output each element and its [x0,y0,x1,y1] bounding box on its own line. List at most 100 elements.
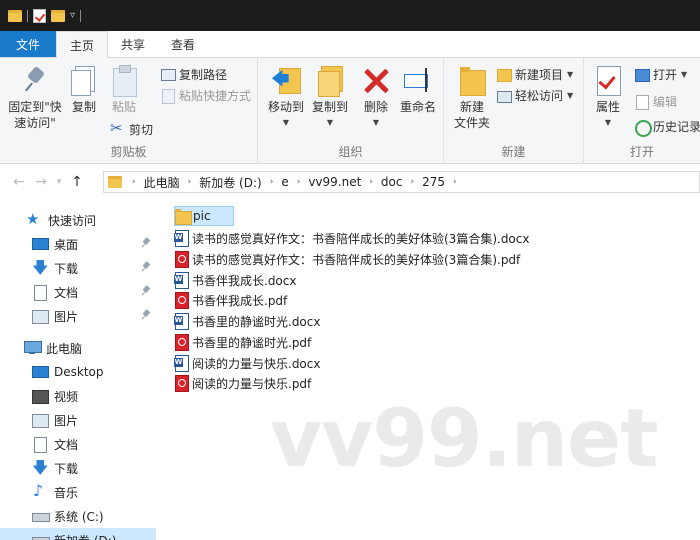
list-item[interactable]: 阅读的力量与快乐.pdf [174,373,315,393]
new-folder-icon[interactable] [51,9,65,22]
rename-icon [403,64,433,96]
properties-check-icon[interactable] [33,8,46,23]
back-arrow-icon[interactable]: ← [8,174,30,190]
forward-arrow-icon[interactable]: → [30,174,52,190]
nav-item-pictures-pinned[interactable]: 图片 [0,304,156,328]
rename-label: 重命名 [399,100,436,114]
chevron-right-icon[interactable]: › [365,177,377,187]
nav-item-videos[interactable]: 视频 [0,384,156,408]
nav-item-quick-access[interactable]: 快速访问 [0,208,156,232]
documents-icon [32,285,48,301]
nav-item-documents[interactable]: 文档 [0,432,156,456]
chevron-down-icon: ▼ [567,90,574,100]
copy-to-button[interactable]: 复制到 ▼ [308,64,352,131]
chevron-right-icon[interactable]: › [293,177,305,187]
word-document-icon [174,313,189,330]
list-item[interactable]: 书香里的静谧时光.pdf [174,332,315,352]
breadcrumb-item[interactable]: doc [377,175,407,189]
copy-path-button[interactable]: 复制路径 [160,64,227,84]
paste-button[interactable]: 粘贴 [106,64,142,115]
list-item[interactable]: 书香里的静谧时光.docx [174,311,324,331]
list-item[interactable]: 书香伴我成长.pdf [174,290,291,310]
new-item-button[interactable]: 新建项目 ▼ [496,64,573,84]
pin-icon[interactable] [142,238,150,248]
list-item[interactable]: 读书的感觉真好作文：书香陪伴成长的美好体验(3篇合集).pdf [174,249,524,269]
cut-button[interactable]: 剪切 [110,119,153,139]
delete-icon [361,64,391,96]
list-item[interactable]: pic [174,206,234,226]
copy-button[interactable]: 复制 [66,64,102,115]
paste-shortcut-icon [160,88,175,104]
chevron-right-icon[interactable]: › [406,177,418,187]
breadcrumb-item[interactable]: e [277,175,292,189]
word-document-icon [174,230,189,247]
properties-button[interactable]: 属性 ▼ [590,64,626,131]
customize-dropdown-icon[interactable]: ▿ [70,10,75,21]
tab-view[interactable]: 查看 [158,31,208,57]
music-icon [32,481,48,500]
history-button[interactable]: 历史记录 [634,116,700,137]
folder-icon[interactable] [8,9,22,22]
nav-item-label: 音乐 [54,485,79,500]
nav-item-pictures[interactable]: 图片 [0,408,156,432]
nav-item-downloads-pinned[interactable]: 下载 [0,256,156,284]
paste-shortcut-label: 粘贴快捷方式 [179,88,252,103]
nav-item-label: 新加卷 (D:) [54,532,116,540]
tab-file[interactable]: 文件 [0,31,57,57]
address-bar[interactable]: › 此电脑 › 新加卷 (D:) › e › vv99.net › doc › … [103,171,700,193]
watermark: vv99.net [270,392,658,485]
chevron-right-icon[interactable]: › [449,177,461,187]
separator [80,9,82,22]
star-icon [26,210,42,228]
nav-item-this-pc[interactable]: 此电脑 [0,336,156,360]
breadcrumb-item[interactable]: 275 [418,175,449,189]
title-bar: ▿ [0,0,700,31]
breadcrumb-item[interactable]: 此电脑 [140,174,184,191]
chevron-right-icon[interactable]: › [266,177,278,187]
edit-button[interactable]: 编辑 [634,91,677,111]
nav-item-music[interactable]: 音乐 [0,480,156,504]
pin-icon[interactable] [142,286,150,296]
copy-path-icon [160,67,176,82]
breadcrumb-item[interactable]: vv99.net [304,175,365,189]
tab-share[interactable]: 共享 [108,31,158,57]
easy-access-button[interactable]: 轻松访问 ▼ [496,85,573,105]
pin-to-quick-access-button[interactable]: 固定到"快 速访问" [6,64,64,131]
pin-icon[interactable] [142,262,150,272]
nav-item-label: 下载 [54,461,79,476]
paste-label: 粘贴 [111,100,136,114]
recent-chevron-down-icon[interactable]: ▾ [52,177,66,187]
up-arrow-icon[interactable]: ↑ [66,174,88,190]
nav-item-label: 图片 [54,309,79,324]
breadcrumb-item[interactable]: 新加卷 (D:) [195,174,265,191]
list-item[interactable]: 读书的感觉真好作文：书香陪伴成长的美好体验(3篇合集).docx [174,228,533,248]
list-item[interactable]: 阅读的力量与快乐.docx [174,353,324,373]
rename-button[interactable]: 重命名 [396,64,440,115]
pictures-icon [32,413,49,428]
chevron-right-icon[interactable]: › [128,177,140,187]
list-item[interactable]: 书香伴我成长.docx [174,270,300,290]
pdf-document-icon [174,375,189,392]
paste-shortcut-button[interactable]: 粘贴快捷方式 [160,85,251,105]
pin-icon[interactable] [142,310,150,320]
chevron-down-icon: ▼ [604,118,612,127]
new-item-icon [496,67,512,82]
chevron-right-icon[interactable]: › [184,177,196,187]
move-to-button[interactable]: 移动到 ▼ [264,64,308,131]
new-folder-button[interactable]: 新建 文件夹 [450,64,494,131]
new-folder-icon [457,64,487,96]
open-button[interactable]: 打开 ▼ [634,64,687,84]
edit-label: 编辑 [653,94,678,109]
nav-item-data-drive[interactable]: 新加卷 (D:) [0,528,156,540]
history-icon [634,119,652,137]
file-name: 书香里的静谧时光.pdf [192,335,312,350]
tab-home[interactable]: 主页 [56,31,109,58]
nav-item-downloads[interactable]: 下载 [0,456,156,484]
delete-button[interactable]: 删除 ▼ [358,64,394,131]
drive-icon [32,533,50,540]
nav-item-desktop-pinned[interactable]: 桌面 [0,232,156,256]
nav-item-desktop[interactable]: Desktop [0,360,156,384]
nav-item-system-drive[interactable]: 系统 (C:) [0,504,156,528]
nav-item-label: 文档 [54,437,79,452]
nav-item-documents-pinned[interactable]: 文档 [0,280,156,304]
